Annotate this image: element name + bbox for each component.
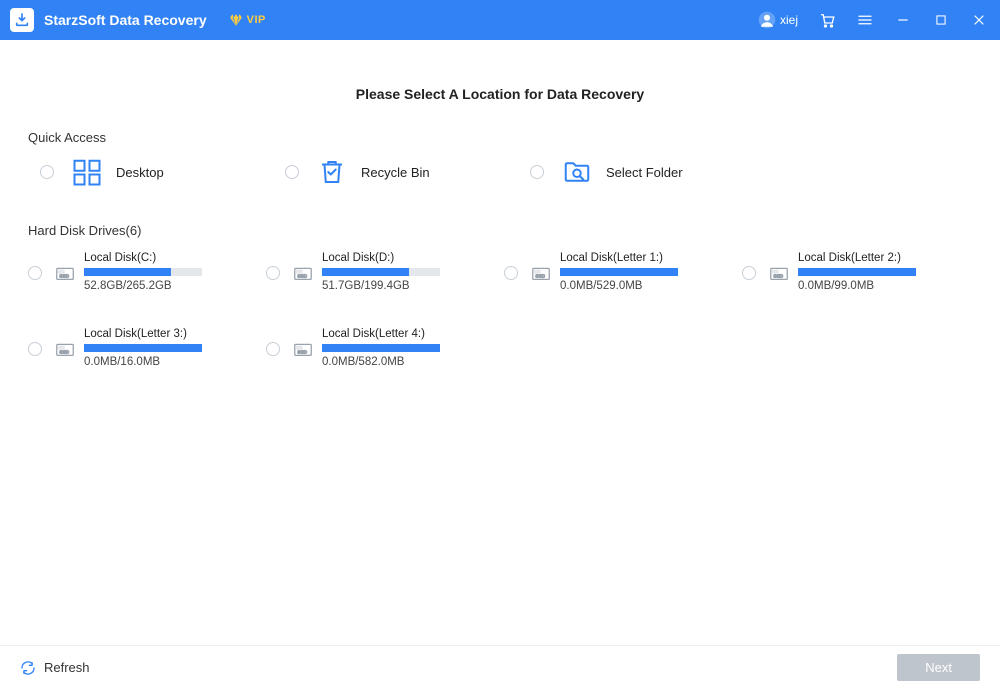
drive-size: 0.0MB/529.0MB	[560, 280, 678, 292]
drive-name: Local Disk(Letter 1:)	[560, 252, 678, 264]
ssd-icon: SSD	[530, 262, 552, 289]
radio-desktop[interactable]	[40, 165, 54, 179]
ssd-icon: SSD	[292, 338, 314, 365]
usage-bar	[798, 268, 916, 276]
page-title: Please Select A Location for Data Recove…	[28, 86, 972, 102]
menu-button[interactable]	[856, 11, 874, 29]
recycle-bin-label: Recycle Bin	[361, 165, 430, 180]
maximize-icon	[934, 13, 948, 27]
app-title: StarzSoft Data Recovery	[44, 12, 207, 28]
radio-drive[interactable]	[504, 266, 518, 280]
hard-disk-label: Hard Disk Drives(6)	[28, 223, 972, 238]
svg-text:SSD: SSD	[774, 274, 784, 279]
drive-size: 0.0MB/99.0MB	[798, 280, 916, 292]
svg-text:SSD: SSD	[536, 274, 546, 279]
drive-name: Local Disk(C:)	[84, 252, 202, 264]
drive-size: 0.0MB/582.0MB	[322, 356, 440, 368]
radio-drive[interactable]	[28, 266, 42, 280]
user-name: xiej	[780, 13, 798, 27]
cart-icon	[818, 11, 836, 29]
minimize-button[interactable]	[894, 11, 912, 29]
usage-fill	[84, 344, 202, 352]
desktop-icon	[70, 155, 104, 189]
quick-access-desktop[interactable]: Desktop	[40, 155, 285, 189]
drive-info: Local Disk(Letter 3:) 0.0MB/16.0MB	[84, 328, 202, 368]
drives-grid: SSD Local Disk(C:) 52.8GB/265.2GB SSD Lo…	[28, 252, 972, 368]
refresh-button[interactable]: Refresh	[20, 660, 90, 676]
download-arrow-icon	[14, 12, 30, 28]
drive-size: 0.0MB/16.0MB	[84, 356, 202, 368]
recycle-bin-icon	[315, 155, 349, 189]
usage-bar	[84, 344, 202, 352]
diamond-icon	[229, 13, 243, 27]
drive-info: Local Disk(C:) 52.8GB/265.2GB	[84, 252, 202, 292]
drive-size: 52.8GB/265.2GB	[84, 280, 202, 292]
drive-item[interactable]: SSD Local Disk(Letter 2:) 0.0MB/99.0MB	[742, 252, 972, 292]
svg-text:SSD: SSD	[298, 350, 308, 355]
refresh-label: Refresh	[44, 660, 90, 675]
usage-bar	[322, 344, 440, 352]
drive-info: Local Disk(D:) 51.7GB/199.4GB	[322, 252, 440, 292]
drive-info: Local Disk(Letter 4:) 0.0MB/582.0MB	[322, 328, 440, 368]
close-button[interactable]	[970, 11, 988, 29]
drive-name: Local Disk(Letter 4:)	[322, 328, 440, 340]
ssd-icon: SSD	[54, 262, 76, 289]
avatar-icon	[758, 11, 776, 29]
maximize-button[interactable]	[932, 11, 950, 29]
radio-drive[interactable]	[28, 342, 42, 356]
quick-access-select-folder[interactable]: Select Folder	[530, 155, 775, 189]
radio-drive[interactable]	[266, 342, 280, 356]
select-folder-label: Select Folder	[606, 165, 683, 180]
drive-item[interactable]: SSD Local Disk(Letter 4:) 0.0MB/582.0MB	[266, 328, 496, 368]
next-button[interactable]: Next	[897, 654, 980, 681]
usage-bar	[84, 268, 202, 276]
radio-drive[interactable]	[742, 266, 756, 280]
vip-label: VIP	[247, 14, 266, 26]
ssd-icon: SSD	[292, 262, 314, 289]
radio-recycle[interactable]	[285, 165, 299, 179]
drive-item[interactable]: SSD Local Disk(C:) 52.8GB/265.2GB	[28, 252, 258, 292]
app-logo	[10, 8, 34, 32]
drive-name: Local Disk(Letter 2:)	[798, 252, 916, 264]
ssd-icon: SSD	[768, 262, 790, 289]
user-account[interactable]: xiej	[758, 11, 798, 29]
ssd-icon: SSD	[54, 338, 76, 365]
titlebar: StarzSoft Data Recovery VIP xiej	[0, 0, 1000, 40]
quick-access-row: Desktop Recycle Bin Select Folder	[28, 155, 972, 189]
hamburger-icon	[856, 11, 874, 29]
svg-text:SSD: SSD	[60, 274, 70, 279]
radio-drive[interactable]	[266, 266, 280, 280]
minimize-icon	[895, 12, 911, 28]
footer: Refresh Next	[0, 645, 1000, 689]
usage-fill	[84, 268, 171, 276]
radio-select-folder[interactable]	[530, 165, 544, 179]
main-area: Please Select A Location for Data Recove…	[0, 40, 1000, 645]
usage-fill	[322, 344, 440, 352]
usage-fill	[322, 268, 409, 276]
close-icon	[971, 12, 987, 28]
drive-name: Local Disk(D:)	[322, 252, 440, 264]
vip-badge: VIP	[229, 13, 266, 27]
drive-name: Local Disk(Letter 3:)	[84, 328, 202, 340]
drive-item[interactable]: SSD Local Disk(Letter 1:) 0.0MB/529.0MB	[504, 252, 734, 292]
usage-fill	[560, 268, 678, 276]
refresh-icon	[20, 660, 36, 676]
desktop-label: Desktop	[116, 165, 164, 180]
usage-bar	[322, 268, 440, 276]
usage-bar	[560, 268, 678, 276]
select-folder-icon	[560, 155, 594, 189]
drive-info: Local Disk(Letter 2:) 0.0MB/99.0MB	[798, 252, 916, 292]
svg-text:SSD: SSD	[298, 274, 308, 279]
cart-button[interactable]	[818, 11, 836, 29]
quick-access-label: Quick Access	[28, 130, 972, 145]
quick-access-recycle-bin[interactable]: Recycle Bin	[285, 155, 530, 189]
drive-item[interactable]: SSD Local Disk(Letter 3:) 0.0MB/16.0MB	[28, 328, 258, 368]
usage-fill	[798, 268, 916, 276]
drive-item[interactable]: SSD Local Disk(D:) 51.7GB/199.4GB	[266, 252, 496, 292]
svg-text:SSD: SSD	[60, 350, 70, 355]
drive-info: Local Disk(Letter 1:) 0.0MB/529.0MB	[560, 252, 678, 292]
drive-size: 51.7GB/199.4GB	[322, 280, 440, 292]
titlebar-controls: xiej	[758, 11, 988, 29]
